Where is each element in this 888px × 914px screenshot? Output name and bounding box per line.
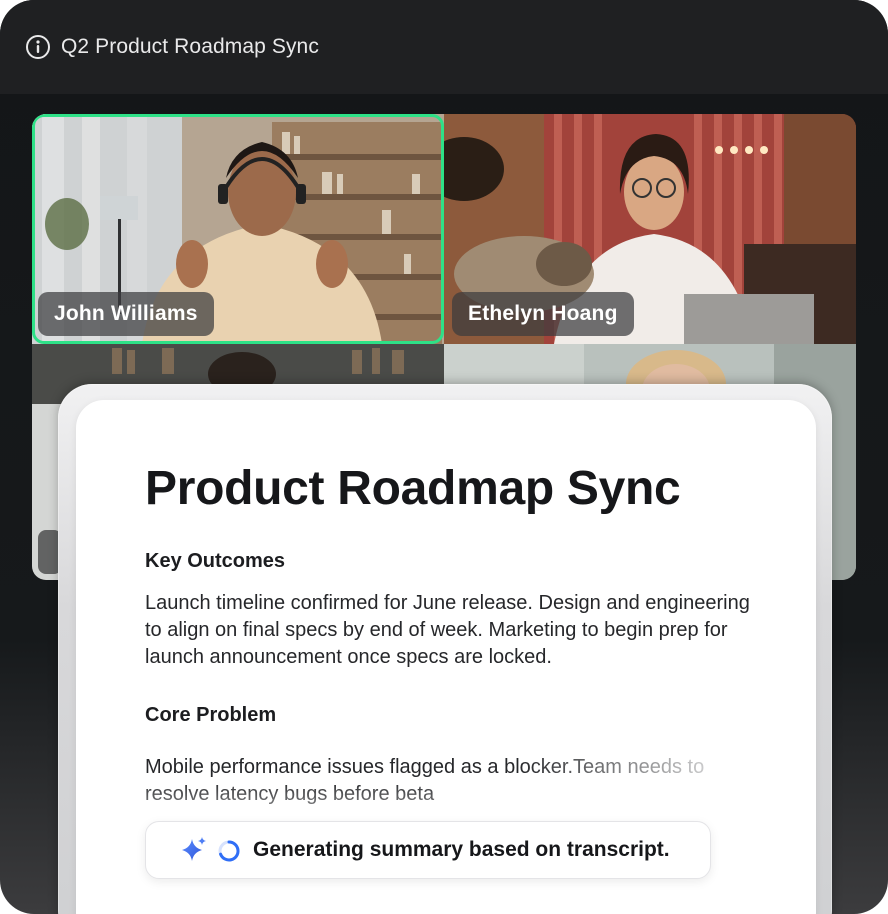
summary-title: Product Roadmap Sync bbox=[145, 462, 681, 515]
meeting-window: Q2 Product Roadmap Sync John Williams Et… bbox=[0, 0, 888, 914]
sparkle-icon bbox=[180, 836, 208, 864]
video-tile-john-williams[interactable]: John Williams bbox=[32, 114, 444, 344]
section-body-key-outcomes: Launch timeline confirmed for June relea… bbox=[145, 592, 750, 668]
meeting-title: Q2 Product Roadmap Sync bbox=[61, 35, 319, 58]
video-tile-ethelyn-hoang[interactable]: Ethelyn Hoang bbox=[444, 114, 856, 344]
generation-status: Generating summary based on transcript. bbox=[145, 821, 711, 879]
section-heading-core-problem: Core Problem bbox=[145, 704, 277, 726]
spinner-icon bbox=[217, 839, 241, 863]
info-icon[interactable] bbox=[25, 34, 51, 60]
section-body-core-problem: Mobile performance issues flagged as a b… bbox=[145, 754, 765, 808]
section-heading-key-outcomes: Key Outcomes bbox=[145, 550, 286, 572]
participant-name-tag: Ethelyn Hoang bbox=[452, 292, 634, 336]
streaming-text: Mobile performance issues flagged as a b… bbox=[145, 756, 705, 805]
participant-name-tag: John Williams bbox=[38, 292, 214, 336]
title-bar: Q2 Product Roadmap Sync bbox=[0, 0, 888, 94]
status-text: Generating summary based on transcript. bbox=[253, 838, 670, 861]
